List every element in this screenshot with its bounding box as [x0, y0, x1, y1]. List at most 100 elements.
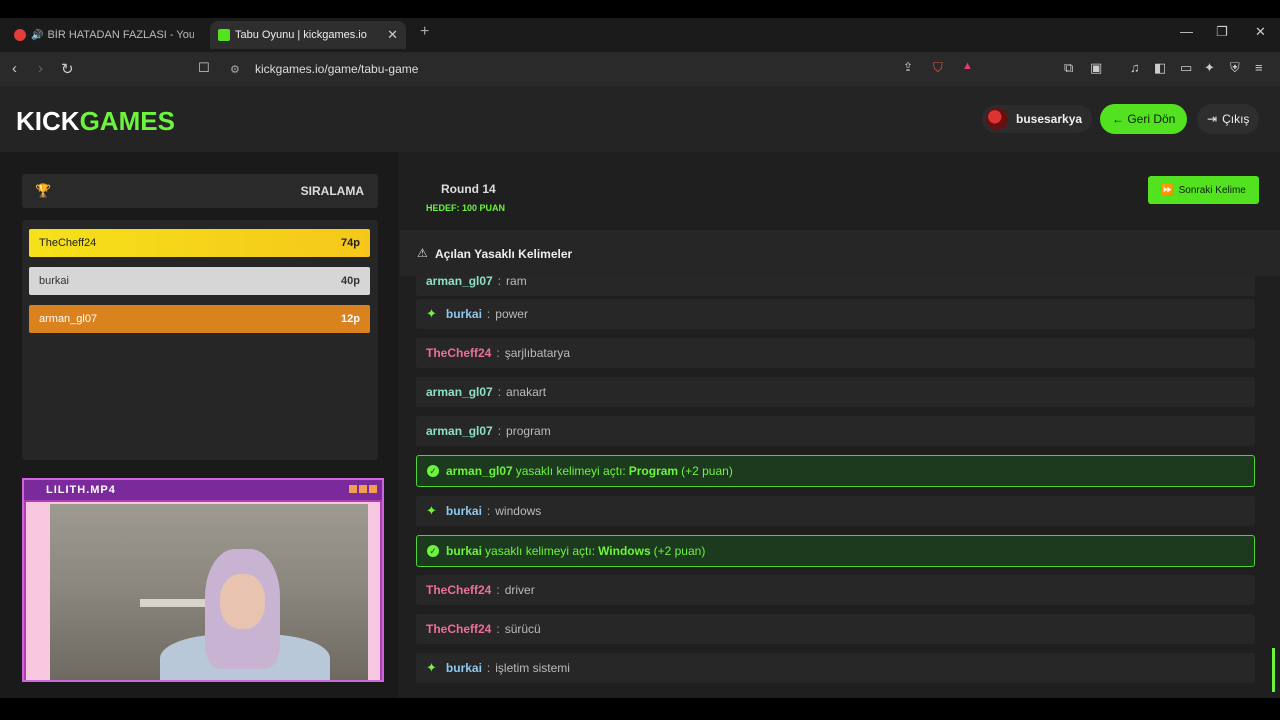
- ranking-row: TheCheff24 74p: [29, 229, 370, 257]
- audio-icon[interactable]: 🔊: [31, 30, 43, 41]
- system-message-user: burkai: [446, 544, 483, 558]
- tab-youtube[interactable]: 🔊 BİR HATADAN FAZLASI - YouTube: [6, 21, 202, 49]
- sparkle-icon: ✦: [426, 503, 437, 518]
- screenshot-icon[interactable]: ▣: [1090, 60, 1102, 76]
- message-text: power: [495, 307, 528, 321]
- username: busesarkya: [1016, 112, 1083, 126]
- system-message-text: yasaklı kelimeyi açtı:: [515, 464, 626, 478]
- ranking-title: SIRALAMA: [300, 184, 364, 198]
- message-separator: :: [496, 583, 500, 597]
- message-user: arman_gl07: [426, 424, 493, 438]
- message-user: TheCheff24: [426, 346, 492, 360]
- message-text: program: [506, 424, 551, 438]
- message-separator: :: [497, 276, 502, 288]
- tab-kickgames-label: Tabu Oyunu | kickgames.io: [235, 29, 367, 41]
- app-root: KICKGAMES busesarkya ← Geri Dön ⇥ Çıkış …: [0, 86, 1280, 698]
- message-separator: :: [497, 385, 502, 399]
- message-text: işletim sistemi: [495, 661, 570, 675]
- system-message: ✓ burkai yasaklı kelimeyi açtı: Windows …: [416, 535, 1255, 567]
- forbidden-words-title: Açılan Yasaklı Kelimeler: [435, 247, 573, 261]
- system-message-word: Program: [628, 464, 679, 478]
- leo-icon[interactable]: ✦: [1204, 60, 1215, 76]
- share-icon[interactable]: ⇪: [903, 60, 913, 74]
- message-user: TheCheff24: [426, 583, 492, 597]
- ranking-player-name: TheCheff24: [39, 237, 97, 249]
- list-item: ✦ burkai : windows: [416, 496, 1255, 526]
- list-item: ✦ burkai : power: [416, 299, 1255, 329]
- youtube-favicon-icon: [14, 29, 26, 41]
- stream-window-controls: [349, 485, 377, 493]
- list-item: ✦ burkai : işletim sistemi: [416, 653, 1255, 683]
- message-text: sürücü: [504, 622, 541, 636]
- scrollbar-thumb[interactable]: [1272, 648, 1275, 692]
- trophy-icon: 🏆: [35, 183, 52, 198]
- forbidden-words-header[interactable]: ⚠ Açılan Yasaklı Kelimeler: [400, 230, 1280, 276]
- ranking-player-points: 74p: [341, 237, 360, 249]
- ranking-row: burkai 40p: [29, 267, 370, 295]
- wallet-icon[interactable]: ▭: [1180, 60, 1192, 76]
- system-message-bonus: (+2 puan): [653, 544, 706, 558]
- new-tab-button[interactable]: +: [420, 23, 429, 41]
- next-word-label: Sonraki Kelime: [1178, 184, 1246, 196]
- brave-rewards-icon[interactable]: ▲: [962, 60, 973, 72]
- ranking-header: 🏆 SIRALAMA: [22, 174, 378, 208]
- message-separator: :: [497, 424, 502, 438]
- bookmark-icon[interactable]: ☐: [198, 60, 210, 76]
- back-icon[interactable]: ‹: [12, 60, 17, 77]
- address-bar[interactable]: ⚙ kickgames.io/game/tabu-game: [220, 56, 985, 82]
- bottom-edge: [0, 698, 1280, 720]
- ranking-list: TheCheff24 74p burkai 40p arman_gl07 12p: [22, 220, 378, 460]
- message-separator: :: [496, 622, 500, 636]
- site-settings-icon[interactable]: ⚙: [230, 63, 240, 76]
- game-panel: Round 14 HEDEF: 100 PUAN ⏩ Sonraki Kelim…: [400, 152, 1280, 698]
- message-separator: :: [486, 307, 491, 321]
- vpn-icon[interactable]: ⛨: [1230, 60, 1240, 76]
- stream-overlay: LILITH.MP4: [22, 478, 384, 682]
- music-icon[interactable]: ♫: [1130, 60, 1140, 75]
- list-item: arman_gl07 : program: [416, 416, 1255, 446]
- message-text: driver: [504, 583, 535, 597]
- message-separator: :: [486, 504, 491, 518]
- extensions-icon[interactable]: ⧉: [1064, 60, 1073, 76]
- kickgames-favicon-icon: [218, 29, 230, 41]
- restore-icon[interactable]: ❐: [1216, 24, 1228, 40]
- close-tab-icon[interactable]: ✕: [387, 27, 398, 43]
- message-text: anakart: [506, 385, 547, 399]
- webcam-video: [50, 504, 368, 680]
- sidebar-icon[interactable]: ◧: [1154, 60, 1166, 76]
- tab-kickgames[interactable]: Tabu Oyunu | kickgames.io ✕: [210, 21, 406, 49]
- round-label: Round 14: [441, 182, 496, 196]
- forward-icon[interactable]: ›: [38, 60, 43, 77]
- ranking-row: arman_gl07 12p: [29, 305, 370, 333]
- user-profile-chip[interactable]: busesarkya: [982, 105, 1093, 133]
- exit-button[interactable]: ⇥ Çıkış: [1197, 104, 1260, 134]
- check-circle-icon: ✓: [427, 465, 439, 477]
- next-word-button[interactable]: ⏩ Sonraki Kelime: [1148, 176, 1259, 204]
- url-text: kickgames.io/game/tabu-game: [255, 62, 419, 76]
- sparkle-icon: ✦: [426, 306, 437, 321]
- exit-button-label: Çıkış: [1222, 112, 1250, 126]
- message-user: burkai: [445, 504, 482, 518]
- back-button[interactable]: ← Geri Dön: [1100, 104, 1188, 134]
- fast-forward-icon: ⏩: [1161, 184, 1174, 196]
- kickgames-logo[interactable]: KICKGAMES: [16, 106, 175, 137]
- list-item: TheCheff24 : driver: [416, 575, 1255, 605]
- message-separator: :: [486, 661, 491, 675]
- minimize-icon[interactable]: —: [1180, 24, 1193, 39]
- tab-youtube-label: BİR HATADAN FAZLASI - YouTube: [47, 29, 194, 41]
- avatar: [986, 108, 1008, 130]
- message-user: burkai: [445, 661, 482, 675]
- brave-shield-icon[interactable]: ⛉: [933, 60, 943, 76]
- reload-icon[interactable]: ↻: [61, 60, 74, 78]
- logo-games-text: GAMES: [79, 106, 175, 136]
- guess-list: arman_gl07 : ram ✦ burkai : power TheChe…: [416, 276, 1256, 698]
- menu-icon[interactable]: ≡: [1255, 60, 1263, 75]
- stream-title-bar: LILITH.MP4: [24, 480, 382, 500]
- ranking-player-points: 40p: [341, 275, 360, 287]
- target-score: HEDEF: 100 PUAN: [426, 203, 506, 213]
- window-close-icon[interactable]: ✕: [1255, 24, 1266, 40]
- system-message: ✓ arman_gl07 yasaklı kelimeyi açtı: Prog…: [416, 455, 1255, 487]
- message-text: ram: [506, 276, 527, 288]
- stream-title: LILITH.MP4: [46, 484, 116, 496]
- list-item: TheCheff24 : sürücü: [416, 614, 1255, 644]
